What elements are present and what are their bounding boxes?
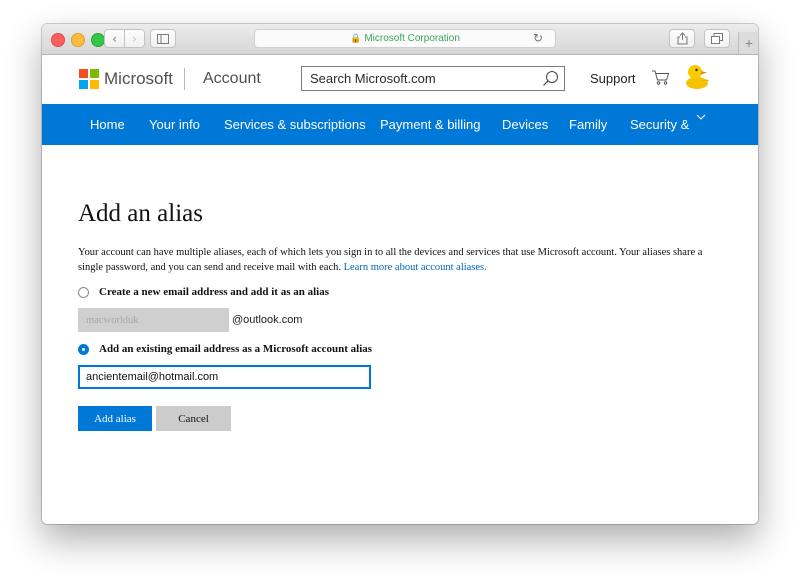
radio-new-email[interactable] [78, 286, 89, 298]
minimize-window-button[interactable] [71, 33, 85, 47]
forward-icon: › [132, 31, 137, 46]
nav-item-home[interactable]: Home [90, 117, 125, 132]
back-button[interactable]: ‹ [104, 29, 125, 48]
share-button[interactable] [669, 29, 695, 48]
avatar[interactable] [682, 60, 712, 90]
domain-suffix: @outlook.com [232, 314, 303, 326]
back-icon: ‹ [112, 31, 117, 46]
reload-icon[interactable]: ↻ [533, 31, 543, 45]
chevron-down-icon[interactable] [696, 114, 706, 120]
nav-item-devices[interactable]: Devices [502, 117, 548, 132]
close-window-button[interactable] [51, 33, 65, 47]
add-alias-button[interactable]: Add alias [78, 406, 152, 431]
nav-item-your-info[interactable]: Your info [149, 117, 200, 132]
sidebar-icon [157, 33, 169, 44]
search-input[interactable] [310, 70, 530, 87]
zoom-window-button[interactable] [91, 33, 105, 47]
browser-toolbar: ‹ › 🔒 Microsoft Corporation ↻ + [42, 24, 758, 55]
radio-existing-email[interactable] [78, 343, 89, 355]
microsoft-logo-icon[interactable] [79, 69, 99, 89]
option-new-email[interactable]: Create a new email address and add it as… [78, 286, 329, 298]
forward-button[interactable]: › [124, 29, 145, 48]
sidebar-toggle-button[interactable] [150, 29, 176, 48]
search-icon[interactable] [542, 70, 559, 87]
option-new-email-label[interactable]: Create a new email address and add it as… [99, 286, 329, 298]
header-divider [184, 68, 185, 90]
nav-item-family[interactable]: Family [569, 117, 607, 132]
tabs-icon [711, 33, 723, 44]
browser-window: ‹ › 🔒 Microsoft Corporation ↻ + Microsof… [42, 24, 758, 524]
cart-icon[interactable] [651, 69, 670, 86]
brand-name[interactable]: Microsoft [104, 69, 173, 89]
lock-icon: 🔒 [350, 33, 362, 43]
new-email-input[interactable] [78, 308, 229, 332]
address-text: Microsoft Corporation [364, 33, 460, 44]
address-bar[interactable]: 🔒 Microsoft Corporation ↻ [254, 29, 556, 48]
page-title: Add an alias [78, 200, 203, 227]
existing-email-input[interactable] [78, 365, 371, 389]
account-nav: Home Your info Services & subscriptions … [42, 104, 758, 145]
cancel-button[interactable]: Cancel [156, 406, 231, 431]
nav-item-security[interactable]: Security & p [630, 117, 692, 132]
nav-item-services[interactable]: Services & subscriptions [224, 117, 366, 132]
intro-text: Your account can have multiple aliases, … [78, 245, 722, 275]
option-existing-email-label[interactable]: Add an existing email address as a Micro… [99, 343, 372, 355]
support-link[interactable]: Support [590, 71, 636, 86]
search-box[interactable] [301, 66, 565, 91]
learn-more-link[interactable]: Learn more about account aliases. [344, 262, 487, 273]
option-existing-email[interactable]: Add an existing email address as a Micro… [78, 343, 372, 355]
show-tabs-button[interactable] [704, 29, 730, 48]
section-label[interactable]: Account [203, 70, 261, 88]
site-header: Microsoft Account Support [42, 55, 758, 104]
new-tab-button[interactable]: + [738, 32, 758, 54]
nav-item-payment[interactable]: Payment & billing [380, 117, 480, 132]
share-icon [677, 32, 687, 45]
